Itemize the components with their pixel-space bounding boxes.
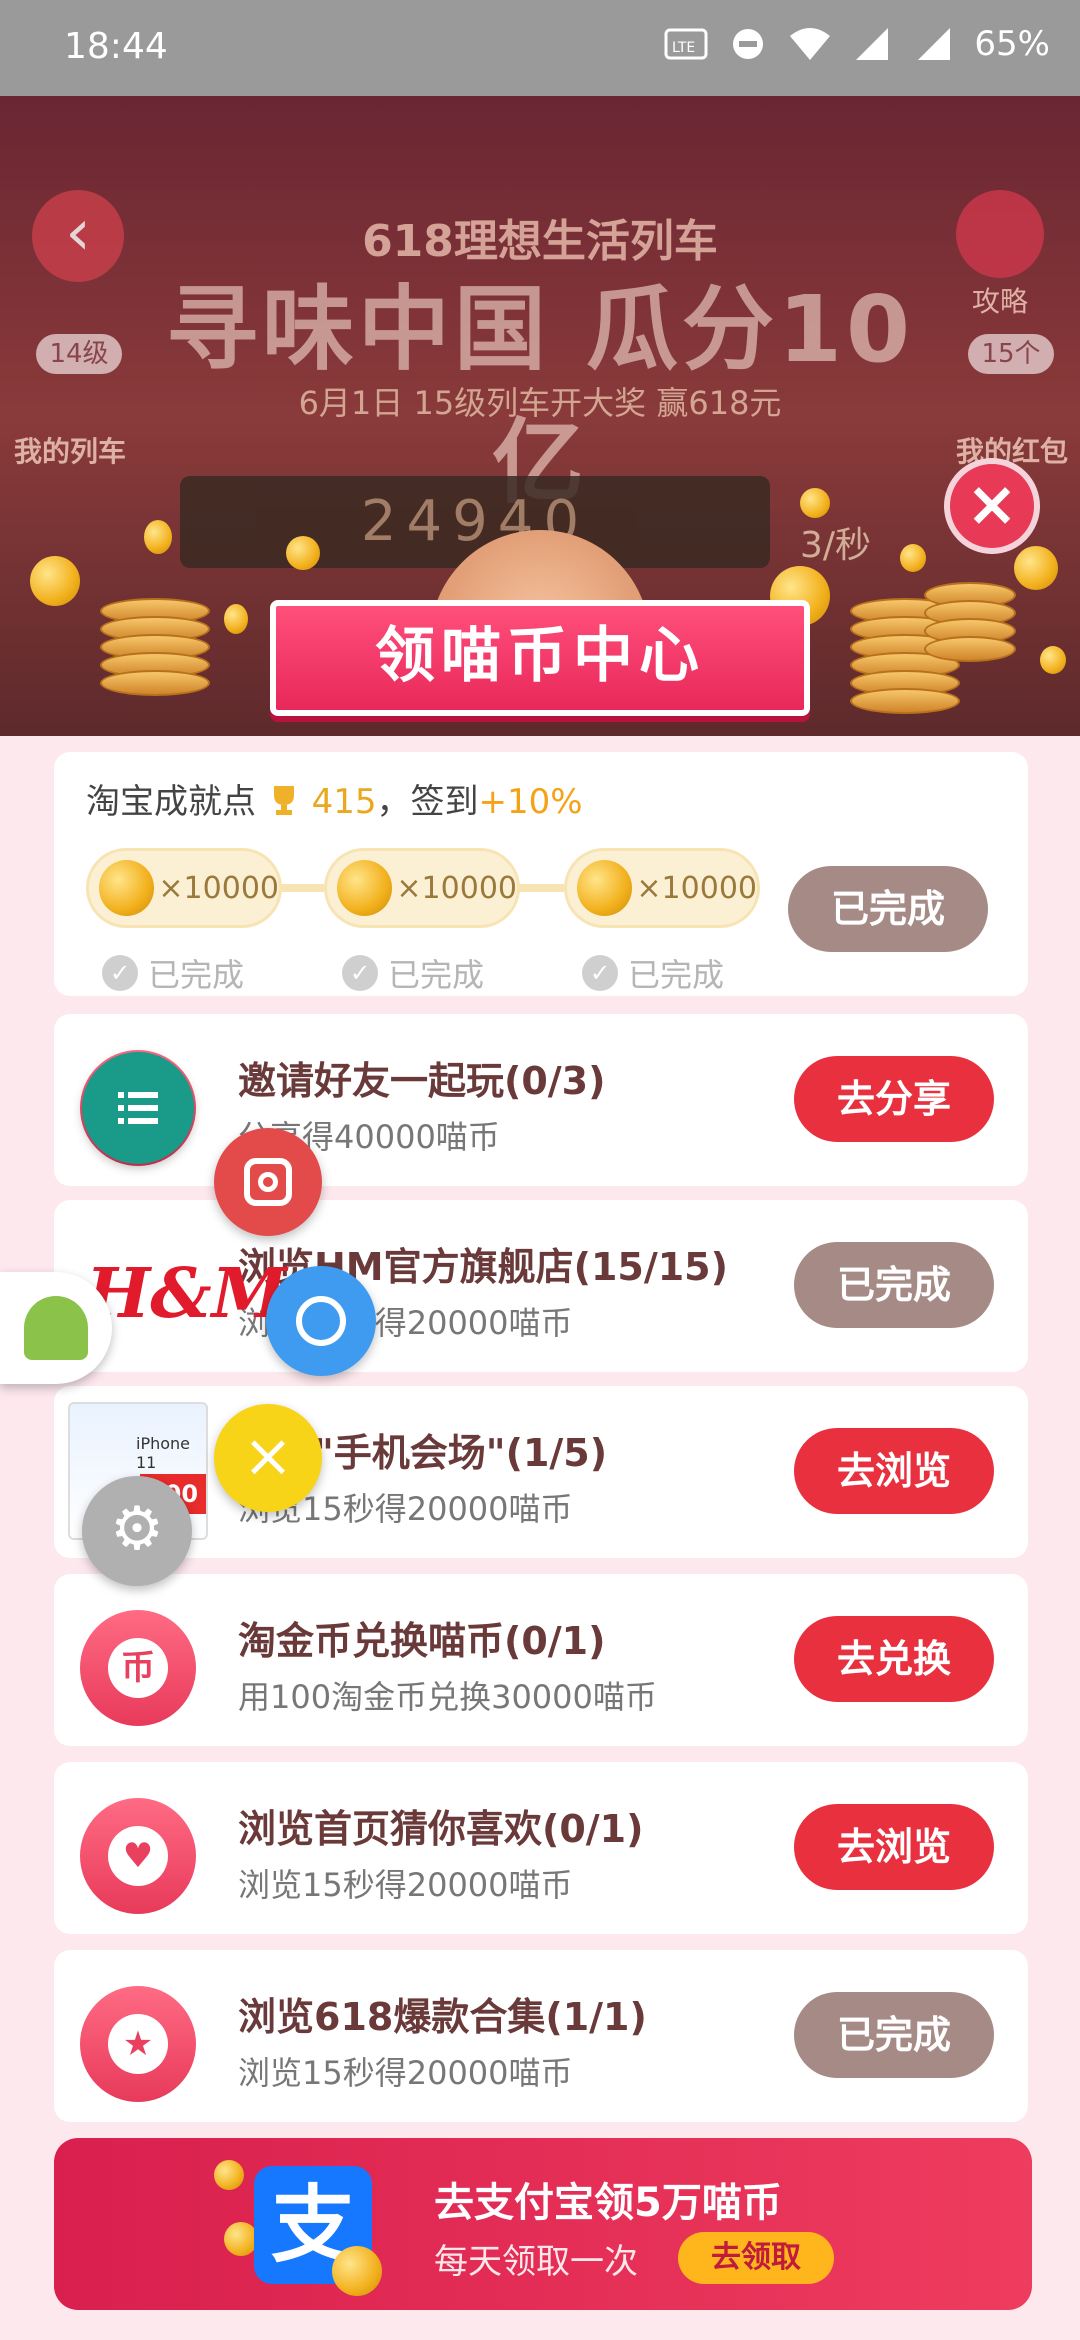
floating-menu-button[interactable] [82,1052,194,1164]
floating-settings-button[interactable]: ⚙ [82,1476,192,1586]
coin-stack-right-back [924,582,1016,662]
strategy-label: 攻略 [971,285,1028,318]
task-desc: 浏览15秒得20000喵币 [238,1866,573,1904]
browse-button[interactable]: 去浏览 [794,1804,994,1890]
status-time: 18:44 [64,26,168,67]
alipay-title: 去支付宝领5万喵币 [434,2180,782,2226]
task-title: 邀请好友一起玩(0/3) [238,1059,606,1103]
task-desc: 用100淘金币兑换30000喵币 [238,1678,657,1716]
task-desc: 浏览15秒得20000喵币 [238,2054,573,2092]
reward-status: ✓ 已完成 [102,950,244,996]
coin-decoration [144,520,172,554]
svg-text:LTE: LTE [672,40,695,56]
floating-close-button[interactable]: × [214,1404,322,1512]
reward-pill: ×10000 [86,848,282,928]
star-icon: ★ [80,1986,196,2102]
signin-bonus: +10% [478,782,583,822]
coin-exchange-glyph: 币 [108,1638,168,1698]
status-icons: LTE 65% [664,24,1050,64]
volte-icon: LTE [664,28,708,60]
achievement-line: 淘宝成就点 415，签到+10% [86,774,583,823]
coin-stack-left [100,598,210,696]
reward-pill: ×10000 [324,848,520,928]
level-badge: 14级 [36,334,122,374]
event-date-line: 6月1日 15级列车开大奖 赢618元 [298,384,782,422]
coin-decoration [1014,546,1058,590]
status-bar: 18:44 LTE 65% [0,0,1080,96]
signin-done-button[interactable]: 已完成 [788,866,988,952]
coin-icon [99,860,155,916]
coin-decoration [332,2246,382,2296]
reward-status: ✓ 已完成 [342,950,484,996]
reward-status-text: 已完成 [148,956,245,994]
task-card: ♥ 浏览首页猜你喜欢(0/1) 浏览15秒得20000喵币 去浏览 [54,1762,1028,1934]
reward-connector [514,884,564,892]
reward-status-text: 已完成 [388,956,485,994]
achievement-points: 415 [311,782,377,822]
alipay-subtitle: 每天领取一次 [434,2242,638,2282]
floating-record-button[interactable] [266,1266,376,1376]
signal-icon [918,28,951,60]
my-train-button[interactable]: 我的列车 [14,430,126,470]
target-icon [296,1296,346,1346]
reward-amount: ×10000 [158,870,279,906]
task-done-button[interactable]: 已完成 [794,1992,994,2078]
wifi-icon [790,28,831,60]
coin-decoration [224,2222,258,2256]
reward-pill: ×10000 [564,848,760,928]
coin-decoration [286,536,320,570]
phone-model-label: iPhone 11 [136,1434,191,1472]
close-popup-button[interactable]: × [944,458,1040,554]
check-icon: ✓ [102,955,138,991]
back-button[interactable]: ‹ [32,190,124,282]
android-icon [24,1296,88,1360]
signin-card: 淘宝成就点 415，签到+10% ×10000 ×10000 ×10000 ✓ … [54,752,1028,996]
panel-banner-title: 领喵币中心 [270,600,810,716]
task-card: ★ 浏览618爆款合集(1/1) 浏览15秒得20000喵币 已完成 [54,1950,1028,2122]
floating-screenshot-button[interactable] [214,1128,322,1236]
trophy-icon [273,786,294,815]
coin-exchange-icon: 币 [80,1610,196,1726]
coin-decoration [1040,646,1066,674]
strategy-icon [956,190,1044,278]
redpacket-count-badge: 15个 [968,334,1054,374]
check-icon: ✓ [342,955,378,991]
coin-decoration [800,488,830,518]
coin-decoration [30,556,80,606]
coin-icon [337,860,393,916]
achievement-prefix: 淘宝成就点 [86,782,256,822]
share-button[interactable]: 去分享 [794,1056,994,1142]
reward-status: ✓ 已完成 [582,950,724,996]
signal-icon [856,28,889,60]
hm-logo: H&M [86,1254,287,1334]
task-card: 币 淘金币兑换喵币(0/1) 用100淘金币兑换30000喵币 去兑换 [54,1574,1028,1746]
check-icon: ✓ [582,955,618,991]
task-done-button[interactable]: 已完成 [794,1242,994,1328]
coin-icon [577,860,633,916]
task-card: ↗ 邀请好友一起玩(0/3) 分享得40000喵币 去分享 [54,1014,1028,1186]
alipay-claim-button[interactable]: 去领取 [678,2232,834,2284]
coin-decoration [900,544,926,572]
alipay-banner[interactable]: 支 去支付宝领5万喵币 每天领取一次 去领取 [54,2138,1032,2310]
reward-amount: ×10000 [636,870,757,906]
reward-status-text: 已完成 [628,956,725,994]
dnd-icon [733,29,764,59]
reward-amount: ×10000 [396,870,517,906]
heart-icon: ♥ [80,1798,196,1914]
coin-decoration [224,604,248,634]
list-icon [118,1092,158,1124]
floating-android-button[interactable] [0,1272,112,1384]
achievement-suffix: ，签到 [376,782,479,822]
coin-rate: 3/秒 [800,525,872,566]
strategy-button[interactable]: 攻略 [952,190,1048,320]
task-title: 淘金币兑换喵币(0/1) [238,1619,606,1663]
coin-decoration [214,2160,244,2190]
battery-level: 65% [974,24,1050,64]
browse-button[interactable]: 去浏览 [794,1428,994,1514]
task-title: 浏览618爆款合集(1/1) [238,1995,647,2039]
exchange-button[interactable]: 去兑换 [794,1616,994,1702]
task-title: 浏览首页猜你喜欢(0/1) [238,1807,644,1851]
